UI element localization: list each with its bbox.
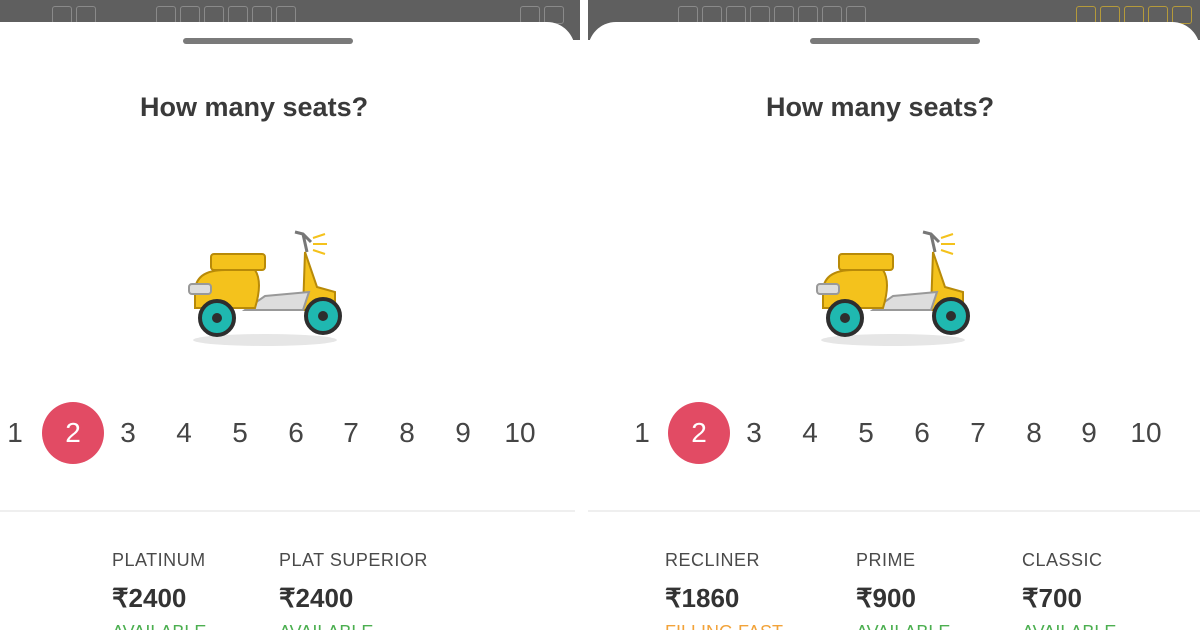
seat-count-6[interactable]: 6 [891,402,953,464]
seat-count-7[interactable]: 7 [947,402,1009,464]
seat-count-selector: 1 2 3 4 5 6 7 8 9 10 [588,402,1200,472]
category-prime[interactable]: PRIME ₹900 AVAILABLE [856,550,950,630]
seat-count-1[interactable]: 1 [611,402,673,464]
seat-count-sheet: How many seats? 1 2 3 4 5 6 7 8 9 10 REC… [588,22,1200,630]
category-status: AVAILABLE [279,622,428,630]
category-name: RECLINER [665,550,761,570]
scooter-icon [188,230,342,346]
category-status: AVAILABLE [112,622,206,630]
seat-count-2-selected[interactable]: 2 [42,402,104,464]
seat-count-4[interactable]: 4 [779,402,841,464]
category-name: PRIME [856,550,916,570]
sheet-title: How many seats? [766,92,995,122]
category-plat-superior[interactable]: PLAT SUPERIOR ₹2400 AVAILABLE [279,550,428,630]
seat-count-10[interactable]: 10 [1115,402,1177,464]
seat-count-sheet: How many seats? 1 2 3 4 5 6 7 8 9 10 PLA… [0,22,575,630]
seat-count-3[interactable]: 3 [97,402,159,464]
seat-count-10[interactable]: 10 [489,402,551,464]
sheet-title: How many seats? [140,92,369,122]
seat-count-9[interactable]: 9 [1058,402,1120,464]
category-status: AVAILABLE [1022,622,1116,630]
category-price: ₹900 [856,583,916,613]
category-status: FILLING FAST [665,622,783,630]
category-name: PLATINUM [112,550,206,570]
divider [0,510,575,512]
seat-count-9[interactable]: 9 [432,402,494,464]
category-price: ₹1860 [665,583,740,613]
category-price: ₹700 [1022,583,1082,613]
seat-count-7[interactable]: 7 [320,402,382,464]
seat-count-1[interactable]: 1 [0,402,46,464]
seat-count-8[interactable]: 8 [376,402,438,464]
drag-handle[interactable] [810,38,980,44]
seat-count-selector: 1 2 3 4 5 6 7 8 9 10 [0,402,575,472]
category-price: ₹2400 [279,583,354,613]
divider [588,510,1200,512]
category-recliner[interactable]: RECLINER ₹1860 FILLING FAST [665,550,783,630]
category-price: ₹2400 [112,583,187,613]
category-classic[interactable]: CLASSIC ₹700 AVAILABLE [1022,550,1116,630]
seat-count-5[interactable]: 5 [209,402,271,464]
seat-count-5[interactable]: 5 [835,402,897,464]
category-name: PLAT SUPERIOR [279,550,428,570]
category-name: CLASSIC [1022,550,1103,570]
scooter-icon [816,230,970,346]
seat-count-6[interactable]: 6 [265,402,327,464]
seat-count-2-selected[interactable]: 2 [668,402,730,464]
seat-count-4[interactable]: 4 [153,402,215,464]
drag-handle[interactable] [183,38,353,44]
seat-count-3[interactable]: 3 [723,402,785,464]
category-platinum[interactable]: PLATINUM ₹2400 AVAILABLE [112,550,206,630]
seat-count-8[interactable]: 8 [1003,402,1065,464]
category-status: AVAILABLE [856,622,950,630]
